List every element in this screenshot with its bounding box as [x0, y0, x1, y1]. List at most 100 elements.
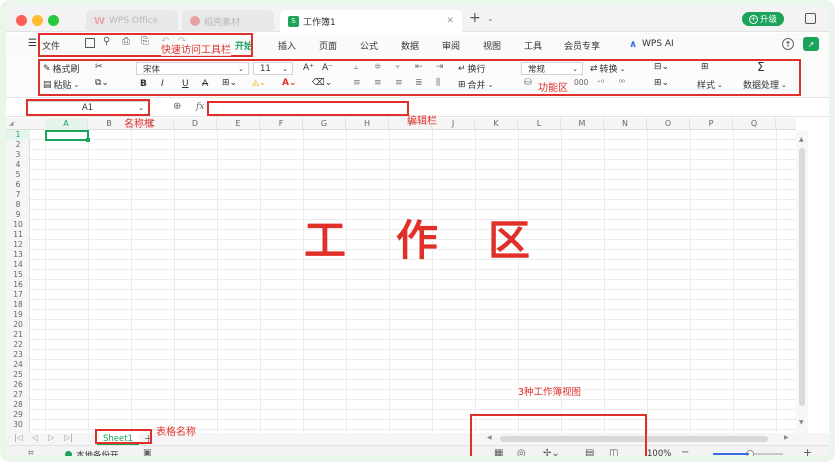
zoom-slider-fill — [713, 453, 749, 455]
zoom-in-button-icon[interactable]: + — [803, 446, 812, 456]
minimize-window-button[interactable] — [32, 15, 43, 26]
row-header[interactable]: 15 — [6, 270, 30, 280]
wps-ai-icon: ∧ — [629, 39, 638, 50]
row-header[interactable]: 27 — [6, 390, 30, 400]
menu-data[interactable]: 数据 — [401, 39, 419, 52]
scroll-down-icon[interactable]: ▼ — [799, 419, 804, 426]
column-header[interactable]: G — [303, 118, 346, 130]
row-header[interactable]: 22 — [6, 340, 30, 350]
row-header[interactable]: 6 — [6, 180, 30, 190]
zoom-slider[interactable] — [713, 450, 783, 456]
row-header[interactable]: 5 — [6, 170, 30, 180]
column-header[interactable]: K — [475, 118, 518, 130]
row-header[interactable]: 1 — [6, 130, 30, 140]
row-header[interactable]: 7 — [6, 190, 30, 200]
column-header[interactable]: L — [518, 118, 561, 130]
hamburger-menu-icon[interactable]: ☰ — [28, 38, 37, 49]
active-cell[interactable] — [45, 130, 89, 141]
backup-status-label[interactable]: 本地备份开 — [76, 449, 119, 456]
column-header[interactable]: Q — [733, 118, 776, 130]
menu-tools[interactable]: 工具 — [524, 39, 542, 52]
annotation-label-views: 3种工作簿视图 — [518, 387, 582, 398]
row-header[interactable]: 24 — [6, 360, 30, 370]
column-header[interactable]: E — [217, 118, 260, 130]
backup-status-icon — [65, 451, 72, 456]
column-header[interactable]: D — [174, 118, 217, 130]
row-header[interactable]: 21 — [6, 330, 30, 340]
row-header[interactable]: 3 — [6, 150, 30, 160]
prev-sheet-icon[interactable]: ◁ — [32, 433, 38, 442]
column-header[interactable]: A — [45, 118, 88, 130]
first-sheet-icon[interactable]: |◁ — [14, 433, 23, 442]
worksheet-grid: ◢ ABCDEFGHIJKLMNOPQ 1 2 3 4 5 6 7 8 9 10 11 12 13 14 1… — [6, 118, 829, 433]
menu-page[interactable]: 页面 — [319, 39, 337, 52]
scroll-up-icon[interactable]: ▲ — [799, 136, 804, 143]
last-sheet-icon[interactable]: ▷| — [64, 433, 73, 442]
row-header[interactable]: 12 — [6, 240, 30, 250]
row-header[interactable]: 9 — [6, 210, 30, 220]
annotation-label-quick-access: 快速访问工具栏 — [161, 41, 231, 56]
tab-docer[interactable]: 稻壳素材 — [182, 10, 274, 32]
row-header[interactable]: 8 — [6, 200, 30, 210]
cloud-sync-icon[interactable]: ↑ — [782, 38, 794, 50]
column-header[interactable]: H — [346, 118, 389, 130]
fx-icon[interactable]: fx — [196, 102, 204, 112]
column-header[interactable]: J — [432, 118, 475, 130]
row-header[interactable]: 11 — [6, 230, 30, 240]
row-header[interactable]: 18 — [6, 300, 30, 310]
zoom-in-icon[interactable]: ⊕ — [173, 101, 181, 112]
column-header[interactable]: P — [690, 118, 733, 130]
close-tab-icon[interactable]: ✕ — [446, 16, 454, 26]
menu-insert[interactable]: 插入 — [278, 39, 296, 52]
macro-icon[interactable]: ⌗ — [28, 448, 34, 456]
menu-review[interactable]: 审阅 — [442, 39, 460, 52]
row-header[interactable]: 28 — [6, 400, 30, 410]
row-header[interactable]: 4 — [6, 160, 30, 170]
zoom-out-icon[interactable]: − — [681, 447, 689, 456]
new-tab-button[interactable]: + — [469, 10, 481, 26]
column-header[interactable]: M — [561, 118, 604, 130]
tab-label: WPS Office — [109, 16, 159, 26]
column-header[interactable]: O — [647, 118, 690, 130]
row-header[interactable]: 29 — [6, 410, 30, 420]
row-header[interactable]: 17 — [6, 290, 30, 300]
fill-handle[interactable] — [86, 138, 90, 142]
menu-member[interactable]: 会员专享 — [564, 39, 600, 52]
vertical-scrollbar[interactable]: ▲ ▼ — [796, 130, 808, 433]
row-header[interactable]: 14 — [6, 260, 30, 270]
row-header[interactable]: 19 — [6, 310, 30, 320]
row-header[interactable]: 25 — [6, 370, 30, 380]
row-header[interactable]: 16 — [6, 280, 30, 290]
chevron-down-icon[interactable]: ⌄ — [487, 14, 494, 23]
maximize-window-button[interactable] — [48, 15, 59, 26]
window-layout-icon[interactable] — [805, 13, 816, 24]
row-header[interactable]: 30 — [6, 420, 30, 430]
zoom-level[interactable]: 100% — [647, 449, 671, 456]
select-all-corner[interactable]: ◢ — [6, 118, 30, 130]
upgrade-button[interactable]: + 升级 — [742, 12, 784, 26]
row-header[interactable]: 2 — [6, 140, 30, 150]
cell-area[interactable] — [30, 130, 796, 433]
document-icon[interactable]: ▣ — [143, 448, 152, 456]
scroll-right-icon[interactable]: ▶ — [784, 434, 789, 441]
menu-formula[interactable]: 公式 — [360, 39, 378, 52]
close-window-button[interactable] — [16, 15, 27, 26]
row-header[interactable]: 10 — [6, 220, 30, 230]
menu-view[interactable]: 视图 — [483, 39, 501, 52]
annotation-box-name-box — [26, 99, 150, 116]
annotation-label-workspace: 工 作 区 — [304, 216, 535, 265]
tab-wps-office[interactable]: W WPS Office — [86, 10, 178, 32]
column-header[interactable]: N — [604, 118, 647, 130]
scrollbar-thumb[interactable] — [799, 148, 805, 406]
row-header[interactable]: 13 — [6, 250, 30, 260]
share-icon[interactable]: ↗ — [803, 37, 819, 51]
tab-label: 稻壳素材 — [204, 17, 241, 28]
tab-label: 工作簿1 — [303, 17, 336, 28]
next-sheet-icon[interactable]: ▷ — [48, 433, 54, 442]
tab-workbook[interactable]: S 工作簿1 ✕ — [280, 10, 462, 32]
row-header[interactable]: 26 — [6, 380, 30, 390]
row-header[interactable]: 23 — [6, 350, 30, 360]
column-header[interactable]: F — [260, 118, 303, 130]
row-header[interactable]: 20 — [6, 320, 30, 330]
menu-wps-ai[interactable]: WPS AI — [642, 39, 674, 49]
